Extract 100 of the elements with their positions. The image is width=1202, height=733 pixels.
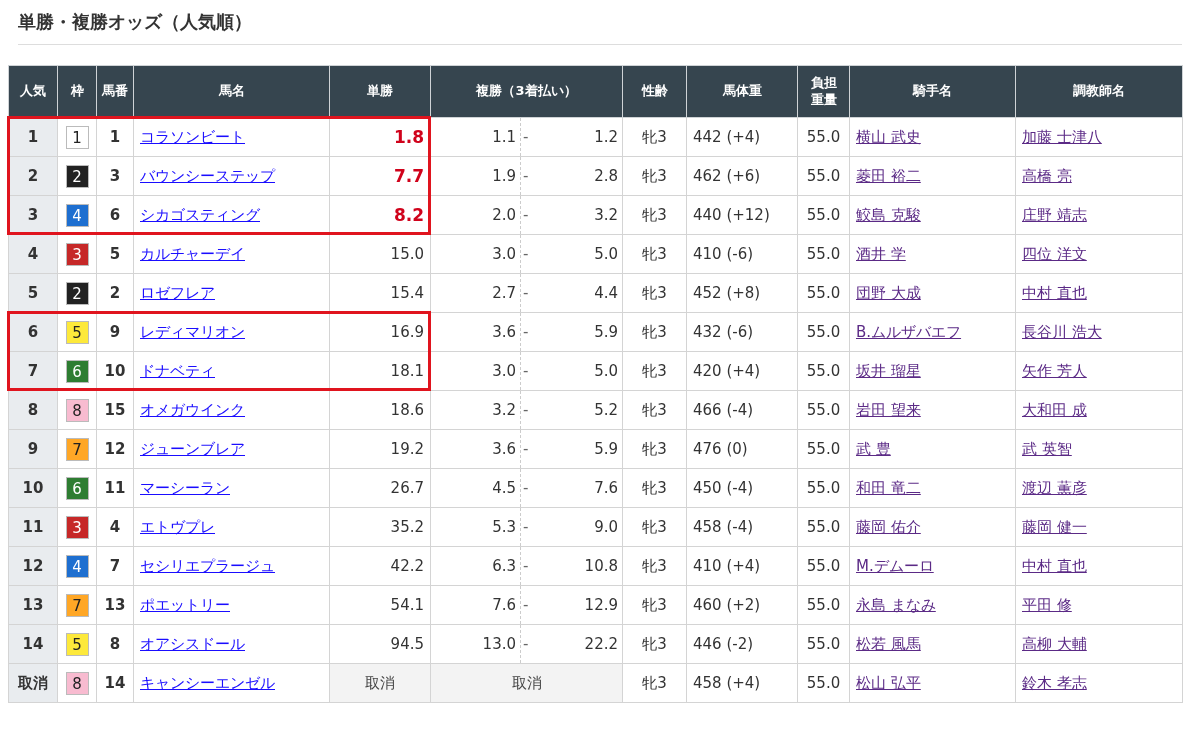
rank-cell: 10 — [8, 468, 58, 508]
burden-weight-cell: 55.0 — [797, 507, 850, 547]
trainer-link[interactable]: 高柳 大輔 — [1022, 634, 1087, 653]
range-dash: - — [520, 196, 537, 234]
jockey-link[interactable]: 酒井 学 — [856, 244, 906, 263]
trainer-link[interactable]: 渡辺 薫彦 — [1022, 478, 1087, 497]
column-header: 枠 — [57, 65, 97, 118]
jockey-link[interactable]: 横山 武史 — [856, 127, 921, 146]
range-dash: - — [520, 274, 537, 312]
range-dash: - — [520, 508, 537, 546]
trainer-link[interactable]: 庄野 靖志 — [1022, 205, 1087, 224]
sex-age-cell: 牝3 — [622, 663, 687, 703]
sex-age-cell: 牝3 — [622, 624, 687, 664]
place-odds-low: 2.0 — [491, 205, 516, 226]
place-odds-low: 1.1 — [491, 127, 516, 148]
body-weight-cell: 458 (+4) — [686, 663, 798, 703]
jockey-link[interactable]: 和田 竜二 — [856, 478, 921, 497]
jockey-link[interactable]: 菱田 裕二 — [856, 166, 921, 185]
horse-name-link[interactable]: ロゼフレア — [140, 283, 215, 302]
burden-weight-cell: 55.0 — [797, 273, 850, 313]
column-header: 負担重量 — [797, 65, 850, 118]
place-odds-high: 5.9 — [593, 322, 619, 343]
win-odds-cell: 26.7 — [329, 468, 431, 508]
range-dash: - — [520, 118, 537, 156]
body-weight-cell: 462 (+6) — [686, 156, 798, 196]
body-weight-cell: 458 (-4) — [686, 507, 798, 547]
burden-weight-cell: 55.0 — [797, 117, 850, 157]
page-title: 単勝・複勝オッズ（人気順） — [17, 10, 253, 34]
trainer-link[interactable]: 鈴木 孝志 — [1022, 673, 1087, 692]
range-dash: - — [520, 469, 537, 507]
win-odds-cell: 42.2 — [329, 546, 431, 586]
place-odds-low: 3.0 — [491, 244, 516, 265]
trainer-link[interactable]: 四位 洋文 — [1022, 244, 1087, 263]
range-dash: - — [520, 586, 537, 624]
jockey-link[interactable]: 松山 弘平 — [856, 673, 921, 692]
place-odds-high: 12.9 — [583, 595, 619, 616]
place-odds-high: 9.0 — [593, 517, 619, 538]
range-dash: - — [520, 157, 537, 195]
horse-number: 8 — [96, 624, 134, 664]
body-weight-cell: 452 (+8) — [686, 273, 798, 313]
trainer-link[interactable]: 武 英智 — [1022, 439, 1072, 458]
rank-cell: 8 — [8, 390, 58, 430]
horse-number: 4 — [96, 507, 134, 547]
column-header: 調教師名 — [1015, 65, 1183, 118]
body-weight-cell: 466 (-4) — [686, 390, 798, 430]
trainer-link[interactable]: 中村 直也 — [1022, 556, 1087, 575]
frame-badge: 8 — [65, 398, 89, 422]
jockey-link[interactable]: 岩田 望来 — [856, 400, 921, 419]
burden-weight-cell: 55.0 — [797, 468, 850, 508]
trainer-link[interactable]: 矢作 芳人 — [1022, 361, 1087, 380]
place-odds-low: 3.0 — [491, 361, 516, 382]
sex-age-cell: 牝3 — [622, 468, 687, 508]
win-odds-cell: 94.5 — [329, 624, 431, 664]
trainer-link[interactable]: 平田 修 — [1022, 595, 1072, 614]
win-odds-cell: 35.2 — [329, 507, 431, 547]
rank-cell: 5 — [8, 273, 58, 313]
range-dash: - — [520, 430, 537, 468]
rank-cell: 9 — [8, 429, 58, 469]
frame-badge: 3 — [65, 242, 89, 266]
burden-weight-cell: 55.0 — [797, 234, 850, 274]
horse-name-link[interactable]: エトヴプレ — [140, 517, 215, 536]
column-header: 馬番 — [96, 65, 134, 118]
place-odds-high: 4.4 — [593, 283, 619, 304]
horse-number: 5 — [96, 234, 134, 274]
place-odds-high: 3.2 — [593, 205, 619, 226]
burden-weight-cell: 55.0 — [797, 195, 850, 235]
sex-age-cell: 牝3 — [622, 273, 687, 313]
rank-cell: 取消 — [8, 663, 58, 703]
frame-badge: 8 — [65, 671, 89, 695]
trainer-link[interactable]: 藤岡 健一 — [1022, 517, 1087, 536]
trainer-link[interactable]: 高橋 亮 — [1022, 166, 1072, 185]
jockey-link[interactable]: 武 豊 — [856, 439, 891, 458]
rank-cell: 11 — [8, 507, 58, 547]
jockey-link[interactable]: 松若 風馬 — [856, 634, 921, 653]
trainer-link[interactable]: 中村 直也 — [1022, 283, 1087, 302]
trainer-link[interactable]: 大和田 成 — [1022, 400, 1087, 419]
frame-badge: 3 — [65, 515, 89, 539]
win-odds-cell: 取消 — [329, 663, 431, 703]
horse-name-link[interactable]: ドナベティ — [140, 361, 215, 380]
sex-age-cell: 牝3 — [622, 507, 687, 547]
place-odds-low: 5.3 — [491, 517, 516, 538]
rank-cell: 12 — [8, 546, 58, 586]
jockey-link[interactable]: 鮫島 克駿 — [856, 205, 921, 224]
frame-badge: 4 — [65, 203, 89, 227]
body-weight-cell: 476 (0) — [686, 429, 798, 469]
jockey-link[interactable]: 団野 大成 — [856, 283, 921, 302]
burden-weight-cell: 55.0 — [797, 351, 850, 391]
place-odds-low: 6.3 — [491, 556, 516, 577]
burden-weight-cell: 55.0 — [797, 312, 850, 352]
horse-number: 7 — [96, 546, 134, 586]
place-odds-high: 5.9 — [593, 439, 619, 460]
body-weight-cell: 446 (-2) — [686, 624, 798, 664]
horse-number: 12 — [96, 429, 134, 469]
jockey-link[interactable]: 藤岡 佑介 — [856, 517, 921, 536]
jockey-link[interactable]: 坂井 瑠星 — [856, 361, 921, 380]
sex-age-cell: 牝3 — [622, 312, 687, 352]
rank-cell: 13 — [8, 585, 58, 625]
sex-age-cell: 牝3 — [622, 351, 687, 391]
body-weight-cell: 450 (-4) — [686, 468, 798, 508]
body-weight-cell: 460 (+2) — [686, 585, 798, 625]
